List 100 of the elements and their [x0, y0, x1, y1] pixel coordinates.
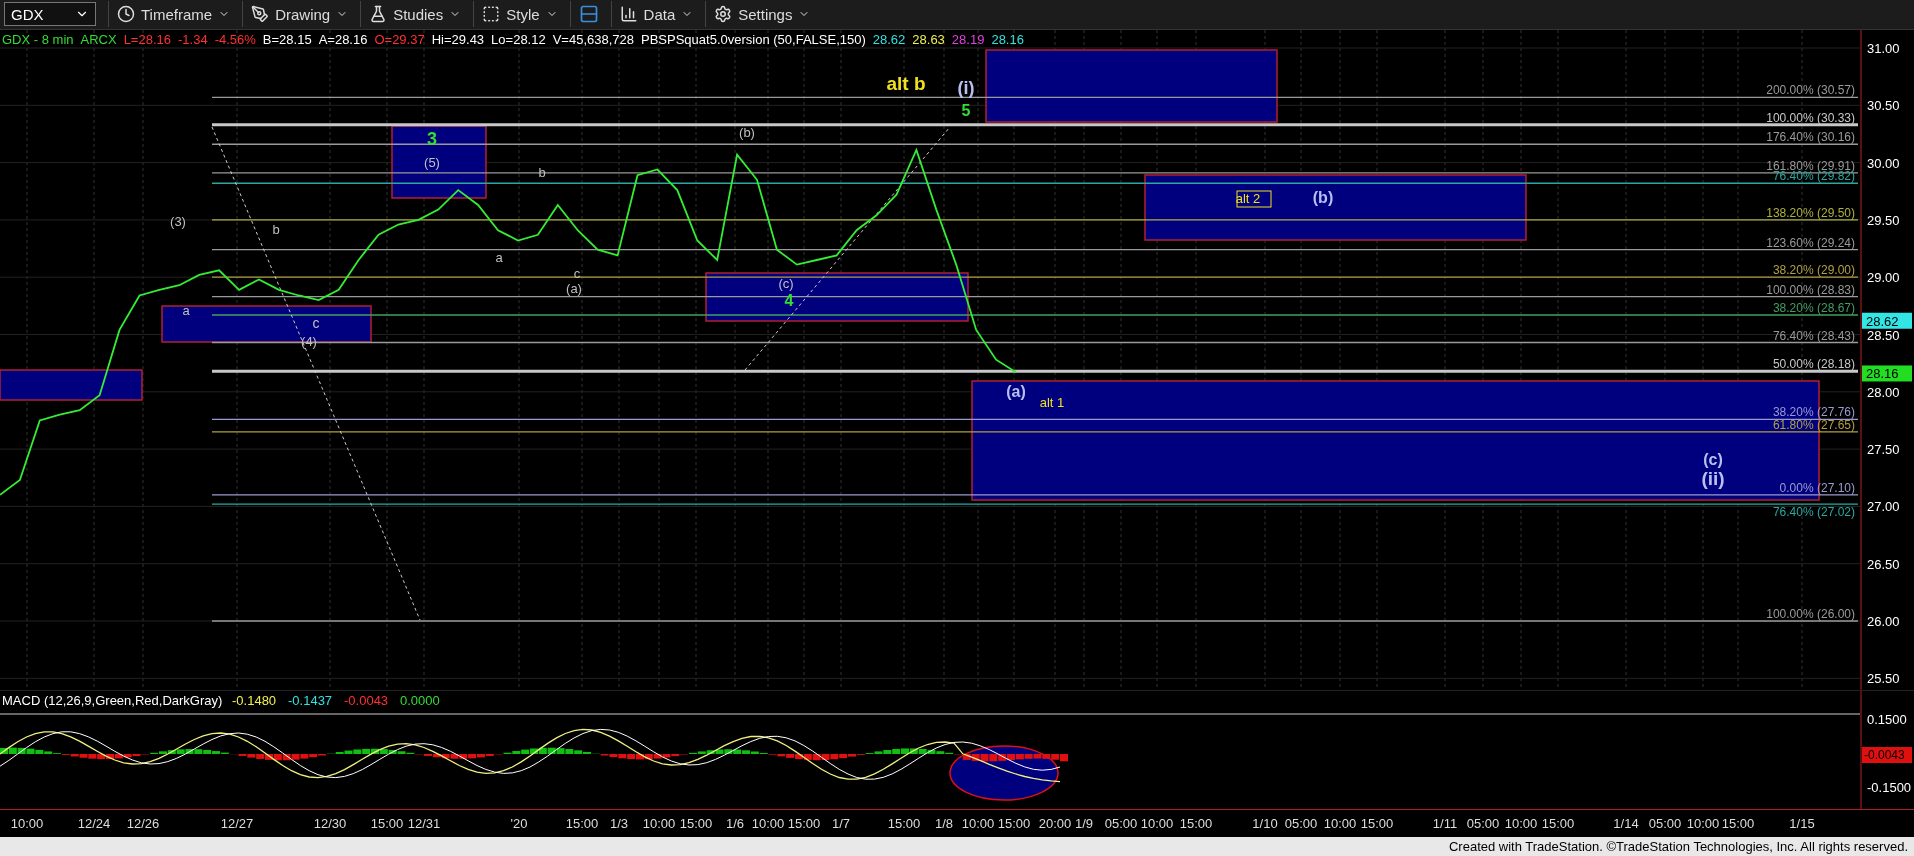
time-label: 15:00: [1721, 815, 1755, 831]
time-label: 10:00: [961, 815, 995, 831]
macd-marker: -0.0043: [1862, 746, 1912, 763]
time-label: 05:00: [1104, 815, 1138, 831]
time-label: 1/7: [831, 815, 851, 831]
legend-text: GDX - 8 min: [2, 31, 74, 47]
time-label: 1/14: [1613, 815, 1639, 831]
wave-label: (5): [424, 154, 440, 170]
price-tick: 28.50: [1867, 327, 1900, 343]
legend-text: A=28.16: [318, 31, 368, 47]
time-label: 10:00: [1686, 815, 1720, 831]
legend-text: 28.63: [912, 31, 945, 47]
macd-tick: 0.1500: [1867, 711, 1907, 727]
price-marker: 28.16: [1862, 365, 1912, 382]
price-tick: 26.50: [1867, 556, 1900, 572]
legend-text: B=28.15: [262, 31, 312, 47]
macd-tick: -0.1500: [1867, 779, 1912, 795]
toolbar-button[interactable]: Settings: [705, 1, 819, 28]
time-label: 10:00: [1323, 815, 1357, 831]
rows-icon: [578, 4, 599, 25]
legend-text: PBSPSquat5.0version (50,FALSE,150): [641, 31, 866, 47]
price-tick: 30.00: [1867, 155, 1900, 171]
macd-value: -0.0043: [344, 692, 389, 708]
price-tick: 29.00: [1867, 270, 1900, 286]
time-label: 10:00: [1140, 815, 1174, 831]
macd-title: MACD (12,26,9,Green,Red,DarkGray): [2, 692, 223, 708]
legend-text: 28.19: [951, 31, 985, 47]
price-tick: 26.00: [1867, 613, 1900, 629]
toolbar-button[interactable]: Data: [610, 1, 702, 28]
fib-label: 200.00% (30.57): [1766, 83, 1855, 98]
time-label: 12/30: [313, 815, 347, 831]
fib-label: 76.40% (28.43): [1772, 328, 1855, 343]
legend-text: ARCX: [80, 31, 117, 47]
price-tick: 31.00: [1867, 40, 1900, 56]
time-label: 15:00: [1179, 815, 1213, 831]
legend-text: Hi=29.43: [431, 31, 485, 47]
time-label: 12/24: [77, 815, 111, 831]
legend-text: 28.62: [872, 31, 906, 47]
time-label: 05:00: [1648, 815, 1682, 831]
price-tick: 28.00: [1867, 384, 1900, 400]
time-label: 12/27: [220, 815, 254, 831]
toolbar-button[interactable]: Studies: [360, 1, 470, 28]
wave-label: (3): [170, 213, 186, 229]
fib-label: 100.00% (30.33): [1766, 110, 1855, 125]
fib-label: 100.00% (26.00): [1766, 606, 1855, 621]
time-label: 10:00: [642, 815, 676, 831]
clock-icon: [117, 5, 135, 24]
wave-label: alt 1: [1039, 394, 1065, 410]
legend-text: O=29.37: [374, 31, 425, 47]
time-label: 15:00: [370, 815, 404, 831]
toolbar-button[interactable]: Style: [473, 1, 566, 28]
time-label: 05:00: [1284, 815, 1318, 831]
fib-label: 38.20% (29.00): [1772, 263, 1855, 278]
fib-label: 38.20% (28.67): [1772, 300, 1855, 315]
wave-label: alt b: [886, 72, 926, 94]
wave-label: a: [182, 302, 190, 318]
time-label: 1/8: [934, 815, 954, 831]
macd-value: -0.1437: [288, 692, 333, 708]
legend-text: V=45,638,728: [552, 31, 634, 47]
price-tick: 27.50: [1867, 441, 1900, 457]
legend-text: L=28.16: [123, 31, 171, 47]
flask-icon: [369, 5, 388, 24]
time-label: 10:00: [10, 815, 44, 831]
symbol-dropdown[interactable]: GDX: [4, 2, 96, 27]
time-label: 15:00: [1360, 815, 1394, 831]
price-tick: 30.50: [1867, 98, 1900, 114]
time-label: 1/3: [609, 815, 629, 831]
macd-value: -0.1480: [232, 692, 277, 708]
price-tick: 29.50: [1867, 212, 1900, 228]
wave-label: (c): [778, 275, 794, 291]
fib-label: 50.00% (28.18): [1772, 357, 1855, 371]
time-label: 15:00: [679, 815, 713, 831]
fib-label: 100.00% (28.83): [1766, 282, 1855, 297]
fib-label: 123.60% (29.24): [1766, 235, 1855, 250]
time-label: 15:00: [565, 815, 599, 831]
time-label: 1/10: [1252, 815, 1278, 831]
fib-label: 138.20% (29.50): [1766, 205, 1855, 220]
macd-value: 0.0000: [400, 692, 440, 708]
wave-label: 5: [961, 101, 971, 119]
time-label: 1/11: [1432, 815, 1458, 831]
time-label: 1/15: [1789, 815, 1815, 831]
wave-label: (ii): [1701, 467, 1725, 489]
bar-chart-icon: [619, 5, 638, 24]
wave-label: (a): [1006, 382, 1026, 400]
wave-label: (b): [1312, 188, 1334, 206]
wave-label: alt 2: [1235, 190, 1261, 206]
legend-text: -1.34: [178, 31, 208, 47]
wave-label: c: [573, 265, 581, 281]
time-label: 10:00: [1504, 815, 1538, 831]
toolbar-button[interactable]: Timeframe: [108, 1, 239, 28]
time-label: '20: [510, 815, 528, 831]
wave-label: (b): [739, 124, 755, 140]
fib-label: 76.40% (27.02): [1772, 504, 1855, 519]
time-label: 12/26: [126, 815, 160, 831]
legend-text: -4.56%: [214, 31, 256, 47]
time-label: 20:00: [1038, 815, 1072, 831]
time-label: 15:00: [787, 815, 821, 831]
price-tick: 25.50: [1867, 671, 1900, 687]
toolbar-button[interactable]: Drawing: [242, 1, 357, 28]
wave-label: a: [495, 249, 503, 265]
